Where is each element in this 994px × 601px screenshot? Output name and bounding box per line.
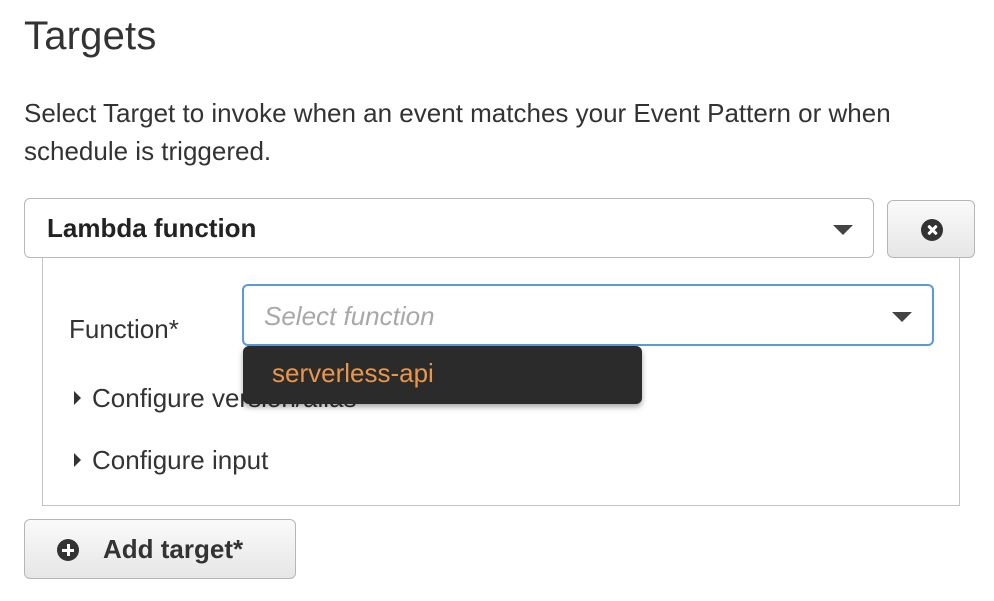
function-label: Function*: [69, 314, 179, 344]
dropdown-option-serverless-api[interactable]: serverless-api: [272, 358, 434, 389]
page-title: Targets: [24, 14, 157, 58]
caret-right-icon: [74, 391, 81, 405]
target-type-value: Lambda function: [47, 213, 257, 243]
function-select-placeholder: Select function: [264, 301, 435, 331]
configure-input-label: Configure input: [92, 445, 269, 475]
targets-page: Targets Select Target to invoke when an …: [0, 0, 994, 601]
section-description: Select Target to invoke when an event ma…: [24, 98, 891, 166]
caret-right-icon: [74, 453, 81, 467]
remove-circle-icon: [921, 219, 943, 241]
configure-input-toggle[interactable]: Configure input: [74, 445, 268, 476]
target-type-select[interactable]: Lambda function: [24, 198, 874, 258]
remove-target-button[interactable]: [887, 200, 975, 258]
function-select[interactable]: Select function: [242, 284, 934, 346]
plus-circle-icon: [57, 539, 79, 561]
add-target-label: Add target*: [103, 534, 244, 564]
chevron-down-icon: [833, 225, 853, 235]
function-dropdown-menu: serverless-api: [243, 346, 642, 404]
chevron-down-icon: [892, 312, 912, 322]
add-target-button[interactable]: Add target*: [24, 519, 296, 579]
